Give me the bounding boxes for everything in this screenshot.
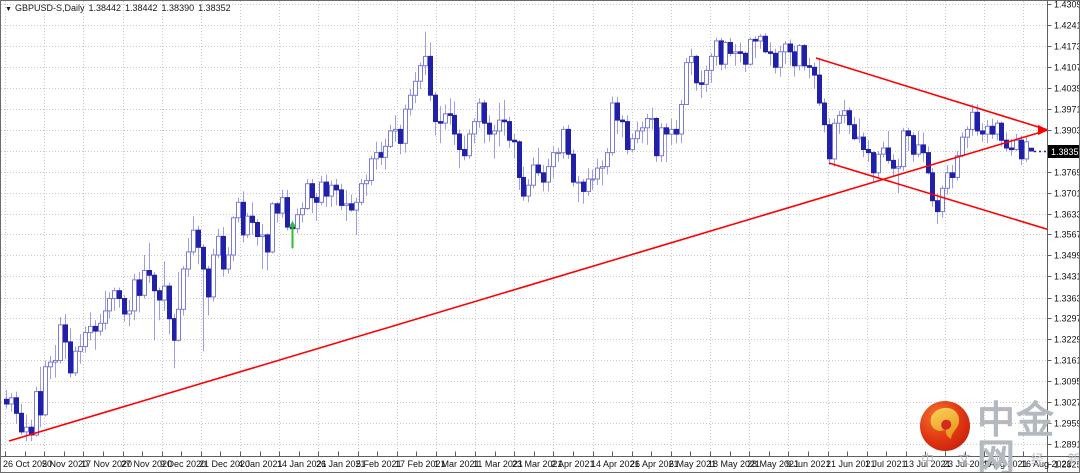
date-axis-label: 9 Jun 2021 [786,459,831,469]
buy-arrow-marker [289,221,296,248]
price-axis-label: 1.35670 [1054,230,1080,240]
watermark-slogan: 中 文 财 经 新 媒 体 [921,452,1079,467]
price-axis-label: 1.33630 [1054,294,1080,304]
quote-high: 1.38442 [125,3,158,13]
date-axis-label: 4 Jan 2021 [238,459,283,469]
current-price-tag: 1.38352 [1048,145,1080,158]
descending-lower-line[interactable] [828,162,1054,232]
price-axis-label: 1.34990 [1054,251,1080,261]
quote-low: 1.38390 [161,3,195,13]
price-axis-label: 1.42410 [1054,21,1080,31]
price-axis-label: 1.32970 [1054,314,1080,324]
price-axis-label: 1.43090 [1054,1,1080,10]
mt4-chart-window: 1.43090 1.42410 1.41730 1.41070 1.40390 1.397… [0,0,1080,473]
price-axis-label: 1.31610 [1054,356,1080,366]
price-axis-label: 1.32290 [1054,335,1080,345]
chart-symbol-label: GBPUSD-S,Daily [14,3,85,13]
price-axis-label: 1.37690 [1054,168,1080,178]
svg-text:1.38352: 1.38352 [1051,147,1080,157]
price-axis-label: 1.37010 [1054,189,1080,199]
price-axis-label: 1.41730 [1054,42,1080,52]
date-axis-label: 2 Apr 2021 [551,459,595,469]
price-axis-label: 1.36330 [1054,210,1080,220]
price-axis-label: 1.39030 [1054,126,1080,136]
price-axis-label: 1.34310 [1054,272,1080,282]
watermark: 中金网 CNGOLD.COM.CN 中 文 财 经 新 媒 体 [919,400,1079,472]
chart-header: ▼ GBPUSD-S,Daily 1.38442 1.38442 1.38390 1.38… [5,3,235,13]
grid-lines [1,1,1048,457]
quote-close: 1.38352 [198,3,231,13]
price-axis-label: 1.41070 [1054,63,1080,73]
price-axis-label: 1.40390 [1054,84,1080,94]
price-axis-label: 1.30950 [1054,377,1080,387]
candlesticks [4,31,1034,442]
cngold-logo-icon [920,401,970,451]
price-axis-label: 1.39710 [1054,105,1080,115]
date-axis-label: 1 Jul 2021 [865,459,907,469]
collapse-quote-icon[interactable]: ▼ [5,6,12,13]
quote-open: 1.38442 [88,3,121,13]
